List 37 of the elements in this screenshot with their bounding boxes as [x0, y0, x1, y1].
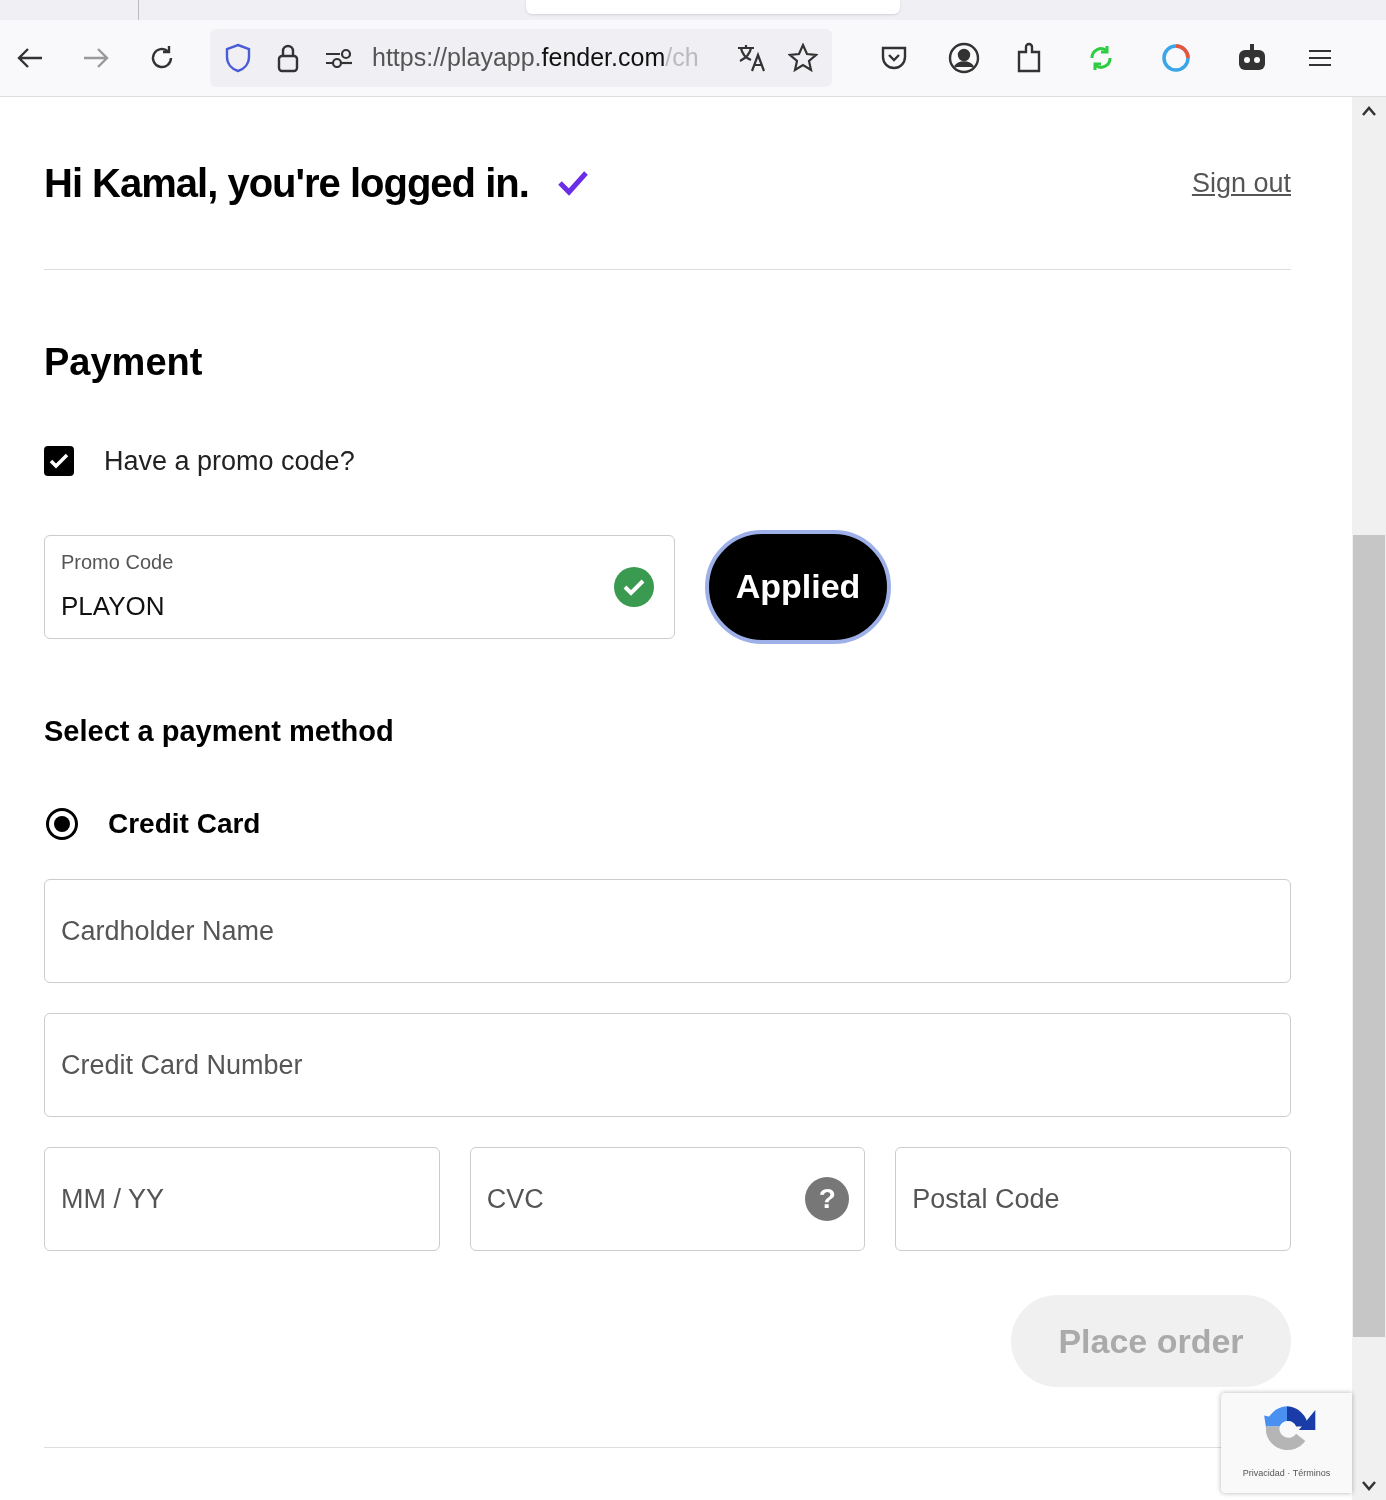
menu-icon[interactable] [1308, 48, 1332, 68]
pocket-icon[interactable] [880, 45, 908, 71]
robot-icon[interactable] [1236, 43, 1268, 73]
input-field[interactable]: Postal Code [895, 1147, 1291, 1251]
checkbox[interactable] [44, 446, 74, 477]
ring-icon[interactable] [1160, 42, 1192, 74]
check-icon [49, 453, 69, 470]
scroll-up-icon[interactable] [1361, 105, 1377, 117]
radio-button[interactable] [46, 808, 78, 840]
translate-icon[interactable] [736, 43, 768, 73]
account-icon[interactable] [948, 42, 980, 74]
input-field[interactable]: Cardholder Name [44, 879, 1291, 983]
star-icon[interactable] [788, 43, 818, 73]
apply-button[interactable]: Applied [705, 529, 891, 644]
address-bar[interactable]: https://playapp.fender.com/ch [210, 29, 832, 87]
shield-icon[interactable] [224, 43, 252, 73]
lock-icon[interactable] [276, 43, 300, 73]
checkbox-label: Have a promo code? [104, 445, 355, 478]
promo-code-field[interactable]: Promo Code PLAYON [44, 534, 675, 639]
recaptcha-badge[interactable]: Privacidad · Términos [1221, 1393, 1352, 1493]
subsection-title: Select a payment method [44, 713, 395, 749]
input-field[interactable]: Credit Card Number [44, 1013, 1291, 1117]
field-label: Promo Code [61, 550, 175, 575]
scroll-down-icon[interactable] [1361, 1480, 1377, 1492]
forward-icon[interactable] [82, 46, 110, 70]
greeting-heading: Hi Kamal, you're logged in. [44, 160, 529, 207]
field-value: PLAYON [61, 590, 166, 623]
scrollbar-thumb[interactable] [1353, 535, 1385, 1337]
recaptcha-links[interactable]: Privacidad · Términos [1242, 1467, 1331, 1481]
section-title: Payment [44, 340, 204, 385]
back-icon[interactable] [16, 46, 44, 70]
input-field[interactable]: MM / YY [44, 1147, 440, 1251]
scrollbar[interactable] [1352, 97, 1386, 1500]
url-text: https://playapp.fender.com/ch [372, 42, 699, 74]
permissions-icon[interactable] [324, 48, 354, 68]
radio-label: Credit Card [108, 807, 261, 841]
sign-out-link[interactable]: Sign out [1191, 162, 1291, 204]
